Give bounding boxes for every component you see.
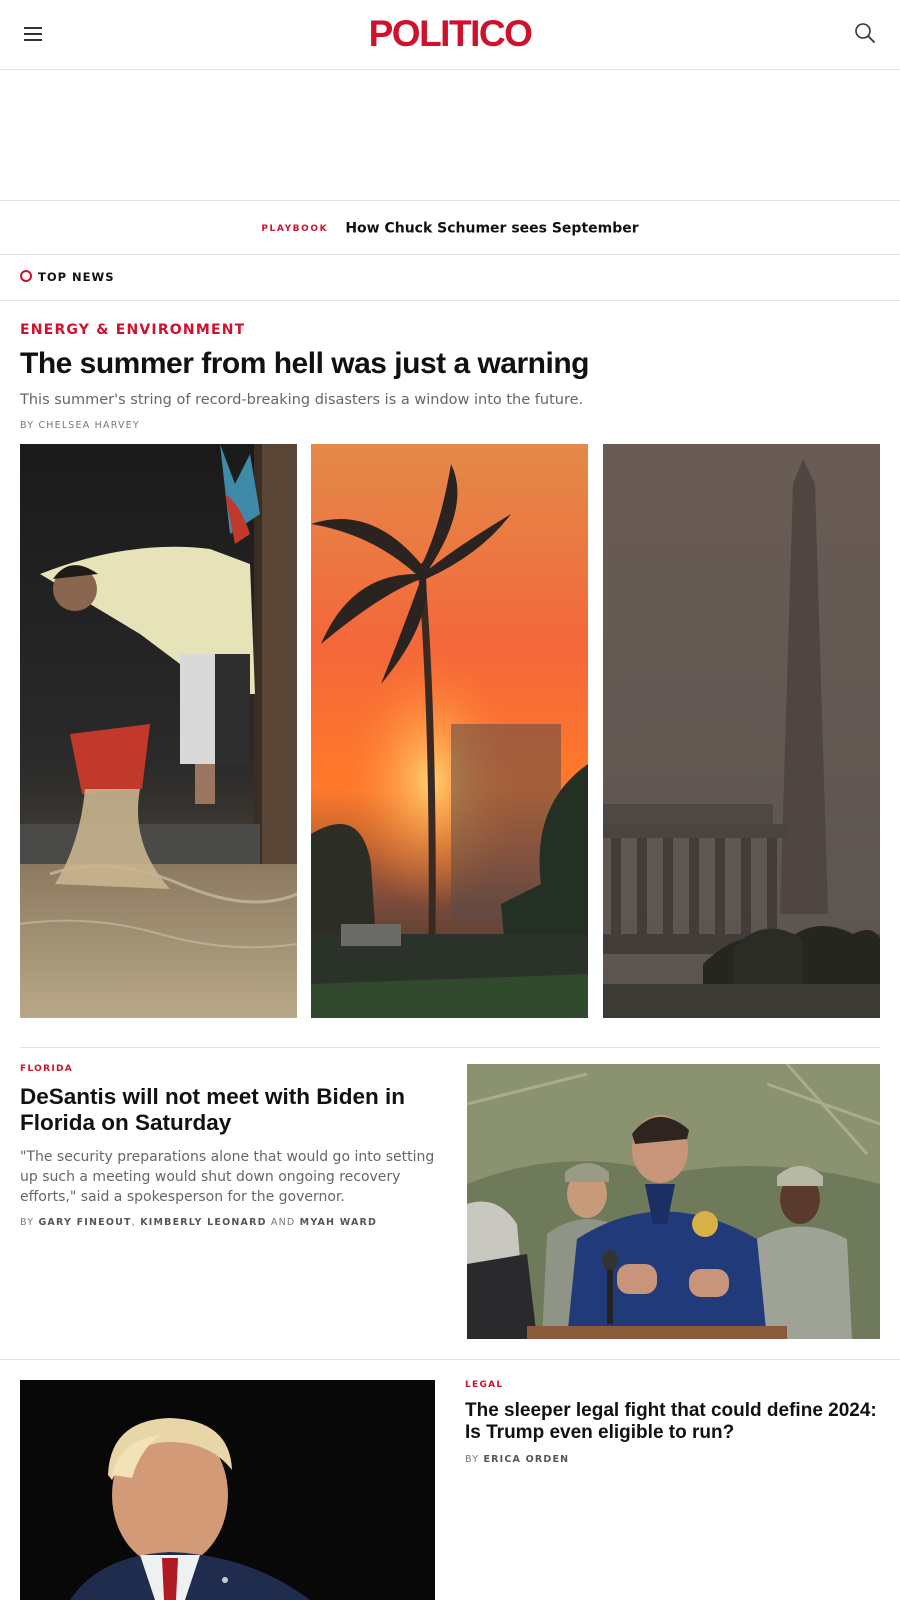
live-dot-icon xyxy=(20,270,32,282)
byline-separator: , xyxy=(131,1217,136,1228)
story-2-dek: "The security preparations alone that wo… xyxy=(20,1149,435,1205)
lead-story-headline[interactable]: The summer from hell was just a warning xyxy=(20,347,880,381)
smoke-monument-photo[interactable] xyxy=(603,444,880,1018)
story-3-headline[interactable]: The sleeper legal fight that could defin… xyxy=(465,1400,885,1444)
byline-author[interactable]: GARY FINEOUT xyxy=(38,1217,131,1228)
playbook-tag: PLAYBOOK xyxy=(261,223,329,234)
lead-story-dek: This summer's string of record-breaking … xyxy=(20,392,584,408)
story-3-byline: BY ERICA ORDEN xyxy=(465,1454,885,1465)
site-header: POLITICO xyxy=(0,0,900,70)
byline-author[interactable]: MYAH WARD xyxy=(300,1217,377,1228)
top-news-label: TOP NEWS xyxy=(38,270,115,284)
flood-photo[interactable] xyxy=(20,444,297,1018)
story-2-kicker[interactable]: FLORIDA xyxy=(20,1064,440,1074)
playbook-headline-link[interactable]: How Chuck Schumer sees September xyxy=(345,221,638,237)
story-2-headline[interactable]: DeSantis will not meet with Biden in Flo… xyxy=(20,1084,440,1136)
lead-story-byline: BY CHELSEA HARVEY xyxy=(20,420,880,431)
byline-author[interactable]: ERICA ORDEN xyxy=(483,1454,569,1465)
section-divider xyxy=(0,1359,900,1360)
byline-prefix: BY xyxy=(465,1454,480,1465)
story-trump-eligibility: LEGAL The sleeper legal fight that could… xyxy=(465,1380,885,1465)
lead-story-kicker[interactable]: ENERGY & ENVIRONMENT xyxy=(20,322,880,338)
ad-slot xyxy=(0,70,900,201)
byline-author[interactable]: KIMBERLY LEONARD xyxy=(140,1217,266,1228)
story-3-kicker[interactable]: LEGAL xyxy=(465,1380,885,1390)
byline-prefix: BY xyxy=(20,420,35,431)
top-news-bar: TOP NEWS xyxy=(0,255,900,301)
byline-prefix: BY xyxy=(20,1217,35,1228)
search-icon[interactable] xyxy=(854,22,876,44)
lead-story: ENERGY & ENVIRONMENT The summer from hel… xyxy=(20,322,880,431)
playbook-banner[interactable]: PLAYBOOK How Chuck Schumer sees Septembe… xyxy=(0,201,900,255)
story-desantis: FLORIDA DeSantis will not meet with Bide… xyxy=(20,1064,440,1228)
story-2-byline: BY GARY FINEOUT, KIMBERLY LEONARD AND MY… xyxy=(20,1217,440,1228)
section-divider xyxy=(20,1047,880,1048)
politico-logo[interactable]: POLITICO xyxy=(0,13,900,55)
byline-separator: AND xyxy=(270,1217,296,1228)
byline-author[interactable]: CHELSEA HARVEY xyxy=(38,420,139,431)
wildfire-photo[interactable] xyxy=(311,444,588,1018)
trump-photo[interactable] xyxy=(20,1380,435,1600)
desantis-photo[interactable] xyxy=(467,1064,880,1339)
